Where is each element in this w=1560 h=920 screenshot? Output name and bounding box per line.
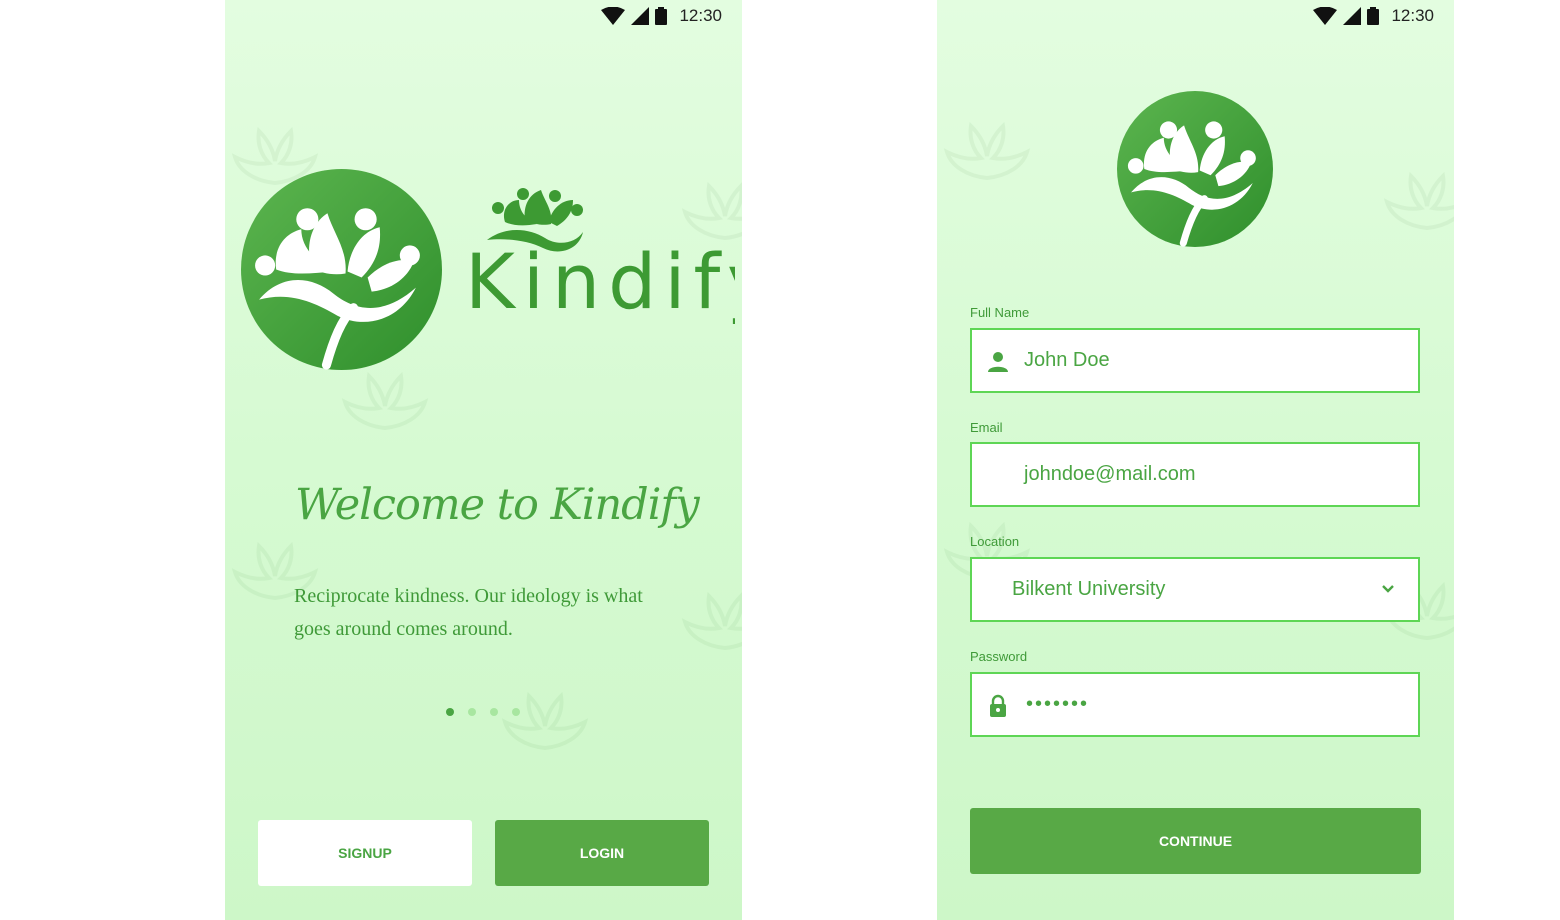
location-label: Location: [970, 534, 1020, 549]
chevron-down-icon[interactable]: [1380, 581, 1396, 597]
page-indicator-dot[interactable]: [468, 708, 476, 716]
full-name-label: Full Name: [970, 305, 1030, 320]
password-field[interactable]: •••••••: [970, 672, 1420, 737]
lock-icon: [990, 694, 1006, 717]
wifi-icon: [1313, 7, 1338, 25]
battery-icon: [1367, 7, 1380, 25]
status-bar: 12:30: [1313, 0, 1434, 32]
page-indicator: [446, 708, 520, 716]
full-name-field[interactable]: John Doe: [970, 328, 1420, 393]
status-time: 12:30: [1391, 6, 1434, 25]
wordmark-text: Kindify: [465, 237, 735, 326]
email-field[interactable]: johndoe@mail.com: [970, 442, 1420, 507]
full-name-value: John Doe: [1024, 349, 1110, 371]
welcome-screen: 12:30 Kindify Welcome to Kindify Recipro…: [225, 0, 742, 920]
background-lotus-icon: [945, 124, 1029, 180]
background-lotus-icon: [1385, 174, 1454, 230]
continue-button[interactable]: CONTINUE: [970, 808, 1421, 874]
password-value: •••••••: [1026, 693, 1090, 715]
kindify-logo: [241, 169, 442, 370]
background-lotus-icon: [683, 594, 742, 650]
signup-button[interactable]: SIGNUP: [258, 820, 472, 886]
status-bar: 12:30: [601, 0, 722, 32]
status-time: 12:30: [679, 6, 722, 25]
location-value: Bilkent University: [1012, 578, 1166, 600]
password-label: Password: [970, 649, 1028, 664]
welcome-title: Welcome to Kindify: [295, 480, 700, 530]
page-indicator-dot[interactable]: [490, 708, 498, 716]
cellular-signal-icon: [631, 7, 650, 25]
wifi-icon: [601, 7, 626, 25]
battery-icon: [655, 7, 668, 25]
email-label: Email: [970, 420, 1003, 435]
signup-screen: 12:30 Full Name John Doe Email johndoe@m…: [937, 0, 1454, 920]
welcome-subtitle: Reciprocate kindness. Our ideology is wh…: [294, 585, 643, 640]
page-indicator-dot[interactable]: [512, 708, 520, 716]
kindify-logo: [1117, 91, 1273, 247]
location-select[interactable]: Bilkent University: [970, 557, 1420, 622]
cellular-signal-icon: [1343, 7, 1362, 25]
person-icon: [988, 352, 1008, 372]
email-value: johndoe@mail.com: [1024, 463, 1196, 485]
kindify-wordmark: Kindify: [465, 188, 735, 326]
login-button[interactable]: LOGIN: [495, 820, 709, 886]
page-indicator-dot[interactable]: [446, 708, 454, 716]
